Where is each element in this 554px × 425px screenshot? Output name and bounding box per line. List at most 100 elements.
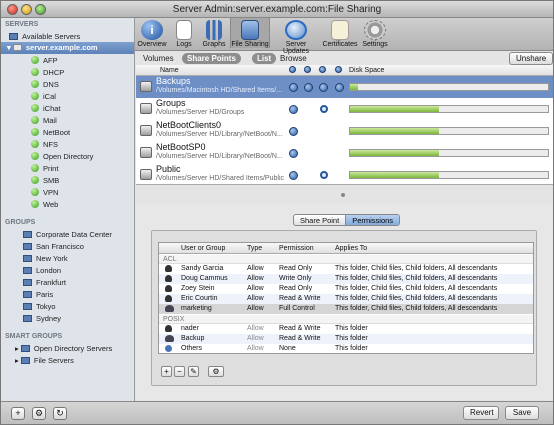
share-row[interactable]: NetBootClients0 /Volumes/Server HD/Libra… — [136, 120, 553, 142]
refresh-button[interactable]: ↻ — [53, 407, 67, 420]
minimize-window-button[interactable] — [21, 4, 32, 15]
user-icon — [165, 265, 172, 272]
running-status-icon — [31, 188, 39, 196]
toolbar-overview[interactable]: i Overview — [137, 20, 167, 48]
share-points-tab[interactable]: Share Points — [182, 53, 241, 64]
acl-row[interactable]: Zoey Stein Allow Read Only This folder, … — [159, 284, 533, 294]
group-item[interactable]: San Francisco — [23, 241, 84, 253]
browse-view-tab[interactable]: Browse — [280, 53, 307, 64]
toolbar-file-sharing[interactable]: File Sharing — [230, 18, 270, 48]
service-item-dhcp[interactable]: DHCP — [31, 67, 64, 79]
column-type[interactable]: Type — [247, 243, 262, 254]
service-item-nfs[interactable]: NFS — [31, 139, 58, 151]
afp-shared-icon — [289, 171, 298, 180]
share-points-list: Backups /Volumes/Macintosh HD/Shared Ite… — [136, 76, 553, 184]
posix-row[interactable]: Backup Allow Read & Write This folder — [159, 334, 533, 344]
column-name[interactable]: Name — [160, 65, 179, 76]
column-disk-space[interactable]: Disk Space — [349, 65, 384, 76]
service-item-vpn[interactable]: VPN — [31, 187, 58, 199]
service-item-ical[interactable]: iCal — [31, 91, 56, 103]
action-gear-icon[interactable]: ⚙ — [208, 366, 224, 377]
tab-share-point[interactable]: Share Point — [294, 215, 347, 225]
disk-space-bar — [349, 171, 549, 179]
splitter-handle-icon[interactable] — [341, 193, 345, 197]
share-row[interactable]: Backups /Volumes/Macintosh HD/Shared Ite… — [136, 76, 553, 98]
revert-button[interactable]: Revert — [463, 406, 499, 420]
service-item-mail[interactable]: Mail — [31, 115, 57, 127]
running-status-icon — [31, 116, 39, 124]
add-server-button[interactable]: + — [11, 407, 25, 420]
split-view-divider[interactable] — [136, 184, 553, 204]
group-item[interactable]: Corporate Data Center — [23, 229, 112, 241]
edit-pencil-icon[interactable]: ✎ — [188, 366, 199, 377]
add-permission-button[interactable]: + — [161, 366, 172, 377]
group-icon — [23, 231, 32, 238]
share-list-header: Name Disk Space — [136, 65, 553, 76]
acl-row[interactable]: Eric Courtin Allow Read & Write This fol… — [159, 294, 533, 304]
group-item[interactable]: Tokyo — [23, 301, 56, 313]
acl-row[interactable]: Sandy Garcia Allow Read Only This folder… — [159, 264, 533, 274]
folder-icon — [241, 20, 259, 40]
running-status-icon — [31, 200, 39, 208]
acl-row[interactable]: marketing Allow Full Control This folder… — [159, 304, 533, 314]
volume-icon — [140, 147, 152, 158]
certificate-icon — [331, 20, 349, 40]
close-window-button[interactable] — [7, 4, 18, 15]
group-item[interactable]: Frankfurt — [23, 277, 66, 289]
group-icon — [23, 315, 32, 322]
permissions-table-header: User or Group Type Permission Applies To — [159, 243, 533, 254]
group-item[interactable]: London — [23, 265, 61, 277]
running-status-icon — [31, 176, 39, 184]
group-item[interactable]: Paris — [23, 289, 53, 301]
servers-header: SERVERS — [5, 21, 39, 28]
column-user-or-group[interactable]: User or Group — [181, 243, 225, 254]
tab-permissions[interactable]: Permissions — [346, 215, 400, 225]
user-icon — [165, 275, 172, 282]
volumes-tab[interactable]: Volumes — [143, 53, 174, 64]
smart-group-item[interactable]: ▸ File Servers — [15, 355, 74, 367]
running-status-icon — [31, 152, 39, 160]
running-status-icon — [31, 68, 39, 76]
service-item-dns[interactable]: DNS — [31, 79, 59, 91]
running-status-icon — [31, 92, 39, 100]
save-button[interactable]: Save — [505, 406, 539, 420]
nfs-column-icon — [335, 66, 342, 73]
remove-permission-button[interactable]: − — [174, 366, 185, 377]
unshare-button[interactable]: Unshare — [509, 52, 553, 65]
groups-header: GROUPS — [5, 219, 36, 226]
server-item[interactable]: ▾ server.example.com — [1, 42, 134, 54]
toolbar-settings[interactable]: Settings — [361, 20, 389, 48]
service-item-afp[interactable]: AFP — [31, 55, 58, 67]
posix-row[interactable]: nader Allow Read & Write This folder — [159, 324, 533, 334]
toolbar-server-updates[interactable]: Server Updates — [273, 20, 319, 55]
smart-group-item[interactable]: ▸ Open Directory Servers — [15, 343, 112, 355]
smart-group-icon — [20, 357, 30, 364]
share-row[interactable]: Groups /Volumes/Server HD/Groups — [136, 98, 553, 120]
toolbar-certificates[interactable]: Certificates — [322, 20, 358, 48]
zoom-window-button[interactable] — [35, 4, 46, 15]
service-item-netboot[interactable]: NetBoot — [31, 127, 70, 139]
service-item-print[interactable]: Print — [31, 163, 58, 175]
action-gear-button[interactable]: ⚙ — [32, 407, 46, 420]
posix-row[interactable]: Others Allow None This folder — [159, 344, 533, 353]
service-item-smb[interactable]: SMB — [31, 175, 59, 187]
service-item-open-directory[interactable]: Open Directory — [31, 151, 93, 163]
list-view-tab[interactable]: List — [252, 53, 277, 64]
toolbar-graphs[interactable]: Graphs — [201, 20, 227, 48]
column-applies-to[interactable]: Applies To — [335, 243, 367, 254]
share-row[interactable]: NetBootSP0 /Volumes/Server HD/Library/Ne… — [136, 142, 553, 164]
group-icon — [23, 255, 32, 262]
acl-row[interactable]: Doug Cammus Allow Write Only This folder… — [159, 274, 533, 284]
posix-group-label: POSIX — [159, 315, 533, 324]
service-item-web[interactable]: Web — [31, 199, 58, 211]
group-icon — [23, 291, 32, 298]
share-row[interactable]: Public /Volumes/Server HD/Shared Items/P… — [136, 164, 553, 184]
running-status-icon — [31, 140, 39, 148]
group-item[interactable]: Sydney — [23, 313, 61, 325]
toolbar-logs[interactable]: Logs — [171, 20, 197, 48]
disk-space-bar — [349, 127, 549, 135]
service-item-ichat[interactable]: iChat — [31, 103, 61, 115]
bottom-bar: + ⚙ ↻ Revert Save — [1, 401, 553, 424]
group-item[interactable]: New York — [23, 253, 68, 265]
column-permission[interactable]: Permission — [279, 243, 314, 254]
